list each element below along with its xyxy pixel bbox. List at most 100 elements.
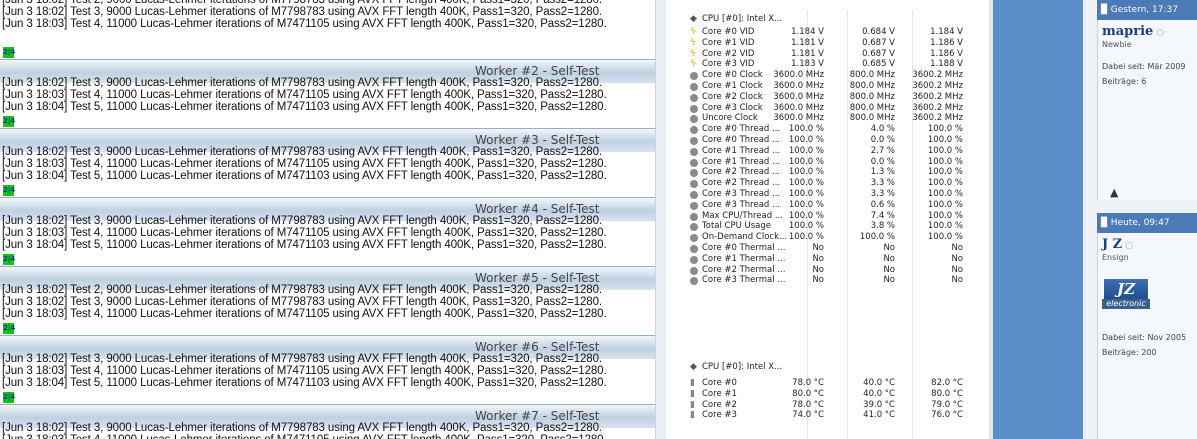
sensor-name: Core #2 VID — [702, 48, 755, 59]
sensor-row[interactable]: Core #1 Clock 3600.0 MHz 800.0 MHz 3600.2 M… — [684, 81, 980, 92]
post-username[interactable]: J Z — [1102, 237, 1122, 252]
sensor-current: No — [812, 253, 824, 264]
sensor-dot-icon — [690, 115, 698, 124]
sensor-minimum: No — [883, 275, 895, 286]
worker-title: Worker #3 - Self-Test — [475, 133, 600, 147]
sensor-minimum: 41.0 °C — [863, 410, 895, 421]
sensor-name: Core #3 — [702, 410, 737, 421]
sensor-row[interactable]: Core #2 Thermal ... No No No — [684, 265, 980, 276]
sensor-maximum: 100.0 % — [927, 221, 963, 232]
sensor-maximum: 80.0 °C — [931, 388, 963, 399]
sensor-row[interactable]: ϟ Core #2 VID 1.181 V 0.687 V 1.186 V — [684, 49, 980, 60]
sensor-minimum: 800.0 MHz — [849, 113, 895, 124]
sensor-maximum: 82.0 °C — [931, 378, 963, 388]
window-gap — [666, 0, 684, 439]
sensor-row[interactable]: Core #1 Thread ... 100.0 % 2.7 % 100.0 % — [684, 146, 980, 157]
sensor-row[interactable]: Core #3 Thermal ... No No No — [684, 275, 980, 286]
sensor-row[interactable]: On-Demand Clock... 100.0 % 100.0 % 100.0 % — [684, 232, 980, 243]
sensor-minimum: 0.0 % — [870, 135, 895, 145]
sensor-name: Core #2 — [702, 399, 737, 410]
sensor-row[interactable]: Core #1 Thread ... 100.0 % 0.0 % 100.0 % — [684, 157, 980, 168]
sensor-current: 100.0 % — [788, 167, 824, 178]
sensor-maximum: 100.0 % — [927, 210, 963, 221]
sensor-maximum: 1.186 V — [930, 37, 963, 48]
sensor-minimum: No — [883, 253, 895, 264]
sensor-row[interactable]: ▮ Core #0 78.0 °C 40.0 °C 82.0 °C — [684, 378, 980, 389]
log-line: [Jun 3 18:02] Test 3, 9000 Lucas-Lehmer … — [2, 353, 602, 365]
sensor-row[interactable]: ▮ Core #1 80.0 °C 40.0 °C 80.0 °C — [684, 389, 980, 400]
sensor-minimum: 0.685 V — [862, 59, 895, 70]
sensor-current: 100.0 % — [788, 178, 824, 189]
sensor-maximum: No — [951, 275, 963, 286]
sensor-name: Core #1 — [702, 388, 737, 399]
worker-title: Worker #7 - Self-Test — [475, 409, 600, 423]
sensor-current: 100.0 % — [788, 210, 824, 221]
log-line: [Jun 3 18:02] Test 3, 9000 Lucas-Lehmer … — [2, 215, 602, 227]
post-username[interactable]: maprie — [1102, 24, 1153, 39]
sensor-current: No — [812, 264, 824, 275]
prime95-scrollbar[interactable] — [655, 0, 666, 439]
sensor-row[interactable]: Max CPU/Thread ... 100.0 % 7.4 % 100.0 % — [684, 211, 980, 222]
sensor-row[interactable]: Core #0 Thread ... 100.0 % 0.0 % 100.0 % — [684, 135, 980, 146]
sensor-current: 80.0 °C — [792, 388, 824, 399]
sensor-row[interactable]: ϟ Core #1 VID 1.181 V 0.687 V 1.186 V — [684, 38, 980, 49]
sensor-row[interactable]: Core #3 Thread ... 100.0 % 3.3 % 100.0 % — [684, 189, 980, 200]
thermometer-icon: ▮ — [690, 410, 695, 421]
sensor-row[interactable]: Total CPU Usage 100.0 % 3.8 % 100.0 % — [684, 221, 980, 232]
sensor-current: 1.181 V — [791, 48, 824, 59]
join-date: Dabei seit: Mär 2009 — [1102, 62, 1186, 71]
sensor-dot-icon — [690, 83, 698, 91]
sensor-row[interactable]: ϟ Core #0 VID 1.184 V 0.684 V 1.184 V — [684, 27, 980, 38]
sensor-name: Core #2 Thread ... — [702, 178, 781, 189]
cpu-chip-icon: ◆ — [690, 14, 697, 24]
sensor-row[interactable]: Core #2 Clock 3600.0 MHz 800.0 MHz 3600.2 M… — [684, 92, 980, 103]
sensor-maximum: No — [951, 243, 963, 253]
sensor-row[interactable]: Core #0 Thread ... 100.0 % 4.0 % 100.0 % — [684, 124, 980, 135]
sensor-minimum: 1.3 % — [870, 167, 895, 178]
sensor-row[interactable]: Uncore Clock 3600.0 MHz 800.0 MHz 3600.2 MH… — [684, 113, 980, 124]
sensor-row[interactable]: ▮ Core #2 78.0 °C 39.0 °C 79.0 °C — [684, 400, 980, 411]
sensor-maximum: 1.188 V — [930, 59, 963, 70]
sensor-current: 1.184 V — [791, 27, 824, 37]
sensor-maximum: 100.0 % — [927, 199, 963, 210]
report-icon[interactable]: ▲ — [1110, 186, 1118, 199]
sensor-minimum: 40.0 °C — [863, 378, 895, 388]
log-line: [Jun 3 18:02] Test 3, 9000 Lucas-Lehmer … — [2, 146, 602, 158]
sensor-row[interactable]: Core #2 Thread ... 100.0 % 3.3 % 100.0 % — [684, 178, 980, 189]
sensor-row[interactable]: Core #2 Thread ... 100.0 % 1.3 % 100.0 % — [684, 167, 980, 178]
post-author-panel: maprie ○ Newbie Dabei seit: Mär 2009 Bei… — [1097, 20, 1197, 200]
sensor-name: Core #2 Clock — [702, 91, 763, 102]
sensor-minimum: 40.0 °C — [863, 388, 895, 399]
sensor-maximum: 3600.2 MHz — [912, 91, 963, 102]
sensor-minimum: 3.3 % — [870, 178, 895, 189]
sensor-row[interactable]: Core #1 Thermal ... No No No — [684, 254, 980, 265]
sensor-dot-icon — [690, 201, 698, 210]
sensor-row[interactable]: Core #3 Clock 3600.0 MHz 800.0 MHz 3600.2 M… — [684, 103, 980, 114]
sensor-dot-icon — [690, 147, 698, 156]
sensor-current: 3600.0 MHz — [773, 102, 824, 113]
sensor-name: Core #1 Clock — [702, 81, 763, 91]
sensor-row[interactable]: ϟ Core #3 VID 1.183 V 0.685 V 1.188 V — [684, 59, 980, 70]
sensor-row[interactable]: Core #3 Thread ... 100.0 % 0.6 % 100.0 % — [684, 200, 980, 211]
sensor-name: Core #1 Thread ... — [702, 156, 781, 167]
sensor-minimum: 7.4 % — [870, 210, 895, 221]
sensor-minimum: 100.0 % — [859, 232, 895, 243]
sensor-maximum: 100.0 % — [927, 156, 963, 167]
sensor-maximum: 79.0 °C — [931, 399, 963, 410]
sensor-maximum: 3600.2 MHz — [912, 113, 963, 124]
sensor-current: 3600.0 MHz — [773, 91, 824, 102]
sensor-group-header[interactable]: ◆ CPU [#0]: Intel X... — [684, 362, 980, 373]
sensor-current: 100.0 % — [788, 156, 824, 167]
sensor-current: 100.0 % — [788, 232, 824, 243]
log-line: [Jun 3 18:02] Test 3, 9000 Lucas-Lehmer … — [2, 6, 602, 18]
sensor-row[interactable]: Core #0 Clock 3600.0 MHz 800.0 MHz 3600.2 M… — [684, 70, 980, 81]
post-icon: ▉ — [1101, 5, 1108, 15]
sensor-row[interactable]: Core #0 Thermal ... No No No — [684, 243, 980, 254]
voltage-icon: ϟ — [690, 48, 696, 59]
post-date: Heute, 09:47 — [1110, 218, 1170, 228]
sensor-row[interactable]: ▮ Core #3 74.0 °C 41.0 °C 76.0 °C — [684, 410, 980, 421]
sensor-group-header[interactable]: ◆ CPU [#0]: Intel X... — [684, 14, 980, 25]
log-line: [Jun 3 18:02] Test 3, 9000 Lucas-Lehmer … — [2, 296, 602, 308]
sensor-maximum: 100.0 % — [927, 232, 963, 243]
worker-icon: 2|4 — [3, 392, 16, 403]
